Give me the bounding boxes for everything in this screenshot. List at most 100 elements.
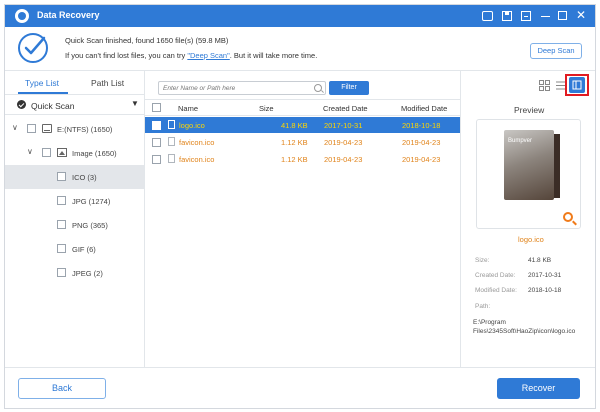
tree-item-label: JPG (1274) xyxy=(72,197,111,206)
back-button[interactable]: Back xyxy=(18,378,106,399)
image-icon xyxy=(57,148,67,157)
file-modified: 2019-04-23 xyxy=(402,155,441,164)
tree-item-jpeg[interactable]: JPEG (2) xyxy=(5,261,144,285)
file-icon xyxy=(168,137,175,146)
select-all-checkbox[interactable] xyxy=(152,103,161,112)
file-created: 2019-04-23 xyxy=(324,138,363,147)
column-header-modified[interactable]: Modified Date xyxy=(401,104,447,113)
title-bar: Data Recovery ✕ xyxy=(5,5,595,27)
file-created: 2017-10-31 xyxy=(324,121,363,130)
meta-size-label: Size: xyxy=(475,257,490,264)
product-box-side xyxy=(554,134,560,198)
app-window: Data Recovery ✕ Quick Scan finished, fou… xyxy=(4,4,596,409)
meta-modified-value: 2018-10-18 xyxy=(528,287,562,294)
search-box[interactable] xyxy=(158,81,326,95)
file-size: 1.12 KB xyxy=(281,155,308,164)
chevron-down-icon[interactable]: ∨ xyxy=(27,147,33,156)
meta-path-value: E:\Program Files\2345Soft\HaoZip\icon\lo… xyxy=(473,319,576,335)
preview-file-name: logo.ico xyxy=(518,235,544,244)
row-checkbox[interactable] xyxy=(152,121,161,130)
tree-item-ico[interactable]: ICO (3) xyxy=(5,165,144,189)
row-checkbox[interactable] xyxy=(152,138,161,147)
tree-item-png[interactable]: PNG (365) xyxy=(5,213,144,237)
highlight-annotation xyxy=(565,74,589,96)
tree-checkbox[interactable] xyxy=(57,244,66,253)
meta-modified-label: Modified Date: xyxy=(475,287,517,294)
tab-type-list[interactable]: Type List xyxy=(25,78,59,88)
meta-created-value: 2017-10-31 xyxy=(528,272,562,279)
sidebar: Type List Path List Quick Scan ▼ ∨ E:(NT… xyxy=(5,71,145,367)
footer-bar: Back Recover xyxy=(5,367,595,408)
maximize-button[interactable] xyxy=(558,11,567,20)
product-box-image: Bumpver xyxy=(504,130,554,200)
preview-title: Preview xyxy=(514,105,545,115)
scan-mode-label: Quick Scan xyxy=(31,101,75,111)
scan-hint-suffix: . But it will take more time. xyxy=(229,51,318,60)
scan-summary-text: Quick Scan finished, found 1650 file(s) … xyxy=(65,36,229,45)
sidebar-tabs: Type List Path List xyxy=(5,71,145,95)
tree-item-drive[interactable]: ∨ E:(NTFS) (1650) xyxy=(5,117,144,141)
tree-item-label: E:(NTFS) (1650) xyxy=(57,125,113,134)
app-logo-icon xyxy=(15,9,29,23)
preview-image-frame: Bumpver xyxy=(476,119,581,229)
chevron-down-icon[interactable]: ∨ xyxy=(12,123,18,132)
scan-result-bar: Quick Scan finished, found 1650 file(s) … xyxy=(5,27,595,71)
tree-checkbox[interactable] xyxy=(57,196,66,205)
file-size: 1.12 KB xyxy=(281,138,308,147)
recover-button[interactable]: Recover xyxy=(497,378,580,399)
preview-panel: Preview Bumpver logo.ico Size: 41.8 KB C… xyxy=(461,71,595,367)
tree-checkbox[interactable] xyxy=(57,172,66,181)
zoom-icon[interactable] xyxy=(563,212,573,222)
close-button[interactable]: ✕ xyxy=(575,9,587,22)
file-name: logo.ico xyxy=(179,121,205,130)
table-header: Name Size Created Date Modified Date xyxy=(145,99,461,116)
search-icon[interactable] xyxy=(314,84,322,92)
column-header-name[interactable]: Name xyxy=(178,104,198,113)
tree-checkbox[interactable] xyxy=(27,124,36,133)
tree-item-jpg[interactable]: JPG (1274) xyxy=(5,189,144,213)
file-list-panel: Filter Name Size Created Date Modified D… xyxy=(145,71,461,367)
deep-scan-link[interactable]: "Deep Scan" xyxy=(187,51,229,60)
search-input[interactable] xyxy=(163,83,308,94)
product-brand-text: Bumpver xyxy=(508,138,533,144)
tree-item-label: PNG (365) xyxy=(72,221,108,230)
table-row[interactable]: favicon.ico 1.12 KB 2019-04-23 2019-04-2… xyxy=(145,134,460,150)
tree-checkbox[interactable] xyxy=(57,220,66,229)
tree-checkbox[interactable] xyxy=(57,268,66,277)
meta-created-label: Created Date: xyxy=(475,272,516,279)
check-circle-icon xyxy=(17,100,26,109)
chevron-down-icon: ▼ xyxy=(131,99,139,108)
tab-path-list[interactable]: Path List xyxy=(91,78,124,88)
tree-item-gif[interactable]: GIF (6) xyxy=(5,237,144,261)
tree-item-label: JPEG (2) xyxy=(72,269,103,278)
filter-button[interactable]: Filter xyxy=(329,81,369,95)
save-icon[interactable] xyxy=(502,11,512,21)
table-row[interactable]: logo.ico 41.8 KB 2017-10-31 2018-10-18 xyxy=(145,117,460,133)
file-icon xyxy=(168,154,175,163)
grid-view-icon[interactable] xyxy=(539,80,550,91)
tree-checkbox[interactable] xyxy=(42,148,51,157)
feedback-icon[interactable] xyxy=(482,11,493,21)
tree-item-image[interactable]: ∨ Image (1650) xyxy=(5,141,144,165)
minimize-button[interactable] xyxy=(541,16,550,17)
meta-size-value: 41.8 KB xyxy=(528,257,552,264)
file-name: favicon.ico xyxy=(179,138,215,147)
tree-item-label: Image (1650) xyxy=(72,149,117,158)
file-modified: 2019-04-23 xyxy=(402,138,441,147)
menu-icon[interactable] xyxy=(521,11,531,21)
file-size: 41.8 KB xyxy=(281,121,308,130)
drive-icon xyxy=(42,124,52,133)
tree-item-label: GIF (6) xyxy=(72,245,96,254)
row-checkbox[interactable] xyxy=(152,155,161,164)
column-header-created[interactable]: Created Date xyxy=(323,104,368,113)
scan-mode-dropdown[interactable]: Quick Scan ▼ xyxy=(5,95,145,115)
scan-complete-icon xyxy=(18,33,48,63)
file-created: 2019-04-23 xyxy=(324,155,363,164)
window-title: Data Recovery xyxy=(37,10,100,20)
scan-hint-prefix: If you can't find lost files, you can tr… xyxy=(65,51,188,60)
column-header-size[interactable]: Size xyxy=(259,104,274,113)
deep-scan-button[interactable]: Deep Scan xyxy=(530,43,582,59)
tree-item-label: ICO (3) xyxy=(72,173,97,182)
file-icon xyxy=(168,120,175,129)
table-row[interactable]: favicon.ico 1.12 KB 2019-04-23 2019-04-2… xyxy=(145,151,460,167)
